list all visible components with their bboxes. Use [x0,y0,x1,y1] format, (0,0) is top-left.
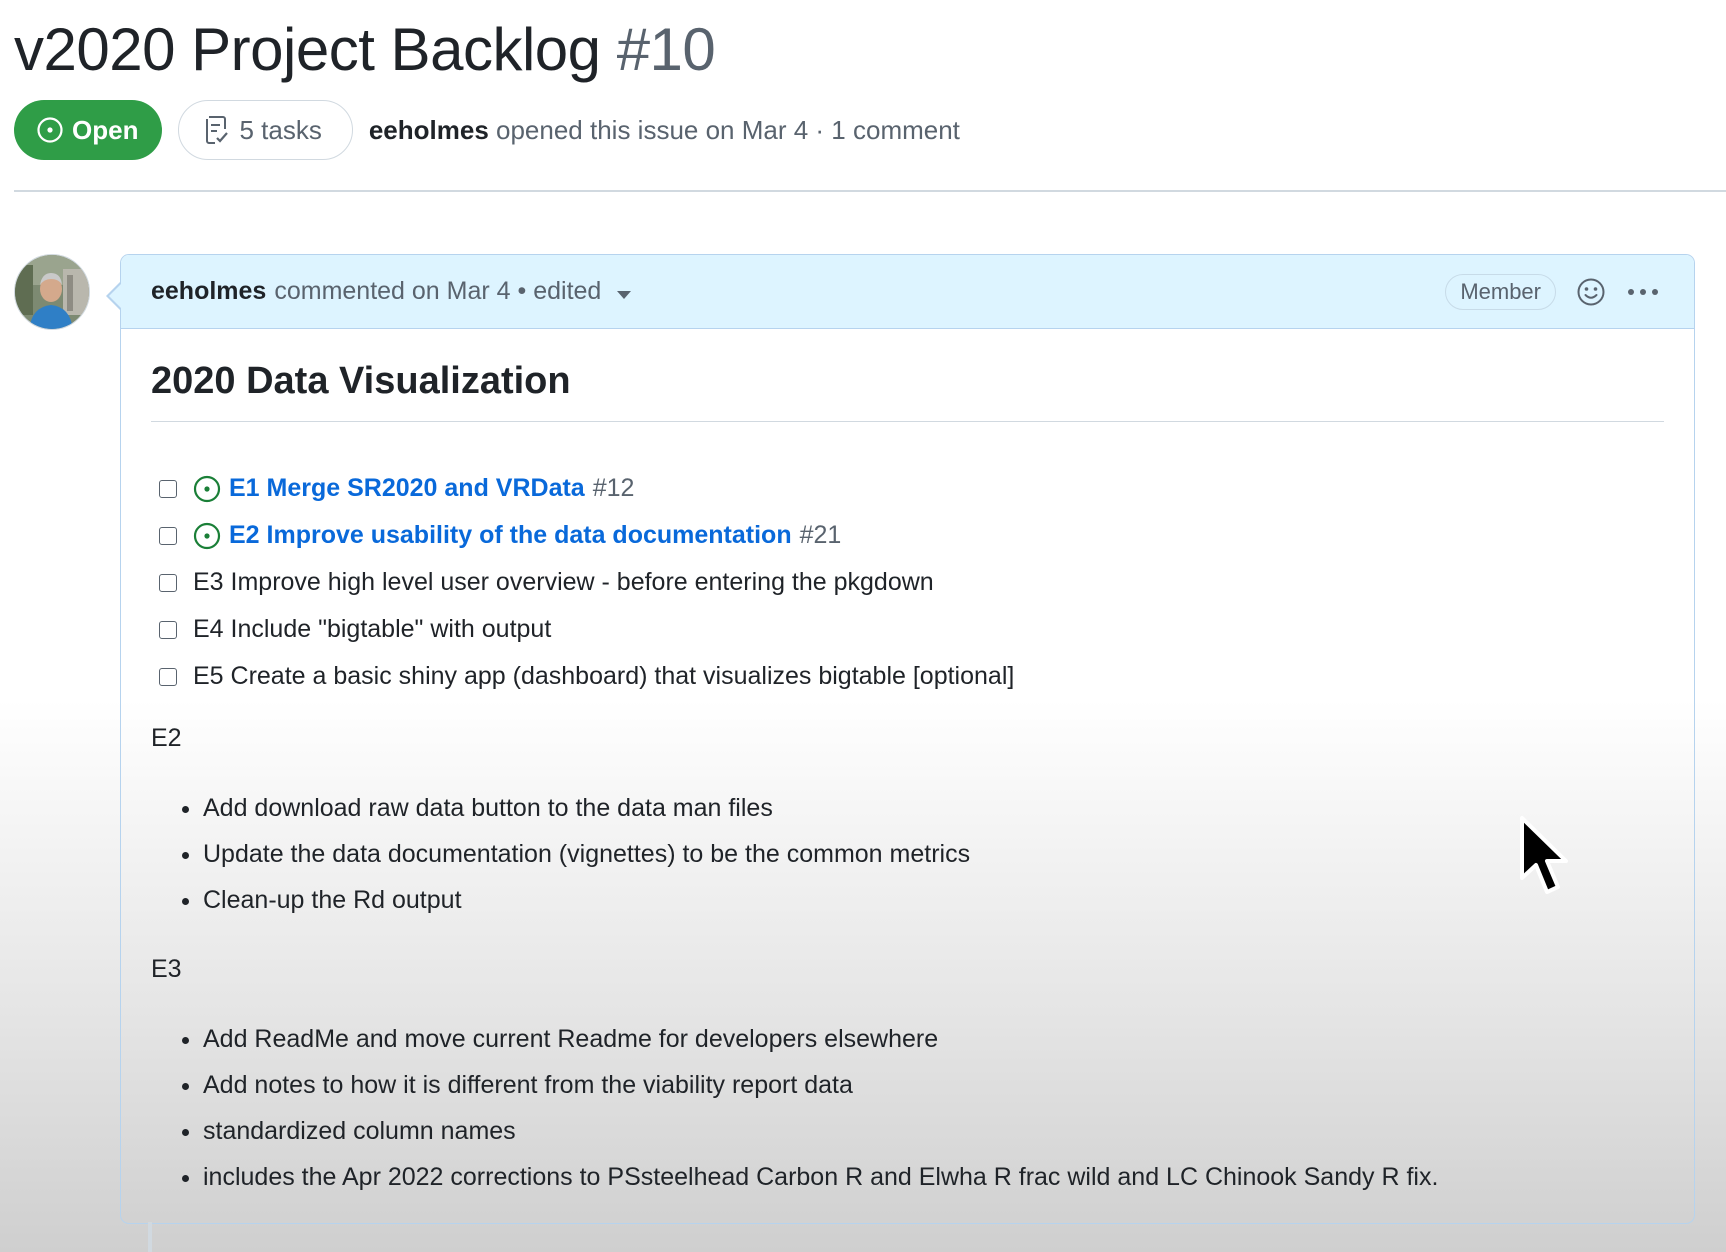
comment-header: eeholmes commented on Mar 4 • edited Mem… [121,255,1694,329]
issue-opened-icon [37,117,63,143]
task-issue-link[interactable]: E2 Improve usability of the data documen… [229,521,792,550]
issue-open-icon [193,522,221,550]
comment-header-actions: Member [1445,255,1660,329]
list-item: standardized column names [203,1108,1438,1154]
comment-author-link[interactable]: eeholmes [151,277,266,306]
issue-open-icon [193,475,221,503]
task-checkbox[interactable] [159,667,177,686]
list-item: Update the data documentation (vignettes… [203,831,970,877]
list-item: Add download raw data button to the data… [203,785,970,831]
task-item: E3 Improve high level user overview - be… [159,559,1014,606]
issue-meta-detail: opened this issue on Mar 4 · 1 comment [488,114,960,145]
edit-history-caret[interactable] [617,290,632,299]
task-item: E2 Improve usability of the data documen… [159,512,1014,559]
member-badge: Member [1445,274,1556,310]
task-item: E1 Merge SR2020 and VRData #12 [159,465,1014,512]
reaction-button[interactable] [1574,275,1608,309]
comment-heading: 2020 Data Visualization [151,355,1664,422]
more-options-button[interactable] [1626,275,1660,309]
task-issue-ref: #21 [799,521,842,549]
task-item: E4 Include "bigtable" with output [159,606,1014,653]
list-item: Add ReadMe and move current Readme for d… [203,1016,1438,1062]
tasks-button[interactable]: 5 tasks [178,100,353,160]
state-label: Open [72,114,139,145]
section-label-e2: E2 [151,724,182,752]
issue-title: v2020 Project Backlog #10 [14,12,716,88]
comment-box: eeholmes commented on Mar 4 • edited Mem… [106,254,1695,1224]
task-item: E5 Create a basic shiny app (dashboard) … [159,653,1014,700]
issue-author-link[interactable]: eeholmes [369,115,489,145]
header-divider [14,190,1726,192]
task-checkbox[interactable] [159,526,177,545]
timeline-connector [148,1222,152,1252]
comment-header-text: commented on Mar 4 • edited [274,277,602,305]
avatar-image [15,255,89,329]
task-checkbox[interactable] [159,620,177,639]
kebab-horizontal-icon [1628,289,1658,295]
issue-number: #10 [616,16,716,83]
mouse-cursor-icon [1520,816,1568,894]
list-item: Add notes to how it is different from th… [203,1062,1438,1108]
tasks-label: 5 tasks [239,114,322,145]
task-checkbox[interactable] [159,573,177,592]
avatar[interactable] [14,254,90,330]
issue-title-text: v2020 Project Backlog [14,16,601,83]
task-text: E4 Include "bigtable" with output [193,615,552,643]
task-text: E3 Improve high level user overview - be… [193,568,934,596]
issue-meta-row: Open 5 tasks eeholmes opened this issue … [14,100,960,160]
task-text: E5 Create a basic shiny app (dashboard) … [193,662,1015,690]
section-label-e3: E3 [151,955,182,983]
list-item: includes the Apr 2022 corrections to PSs… [203,1154,1438,1200]
task-issue-ref: #12 [592,474,635,502]
section-list-e2: Add download raw data button to the data… [151,785,970,923]
checklist-icon [206,116,229,144]
issue-meta-text: eeholmes opened this issue on Mar 4 · 1 … [369,115,960,146]
state-badge: Open [14,100,163,160]
task-issue-link[interactable]: E1 Merge SR2020 and VRData [229,474,585,503]
section-list-e3: Add ReadMe and move current Readme for d… [151,1016,1438,1200]
list-item: Clean-up the Rd output [203,877,970,923]
smiley-icon [1577,278,1605,306]
task-list: E1 Merge SR2020 and VRData #12 E2 Improv… [159,465,1014,700]
comment-body: 2020 Data Visualization E1 Merge SR2020 … [151,329,1664,1223]
task-checkbox[interactable] [159,479,177,498]
